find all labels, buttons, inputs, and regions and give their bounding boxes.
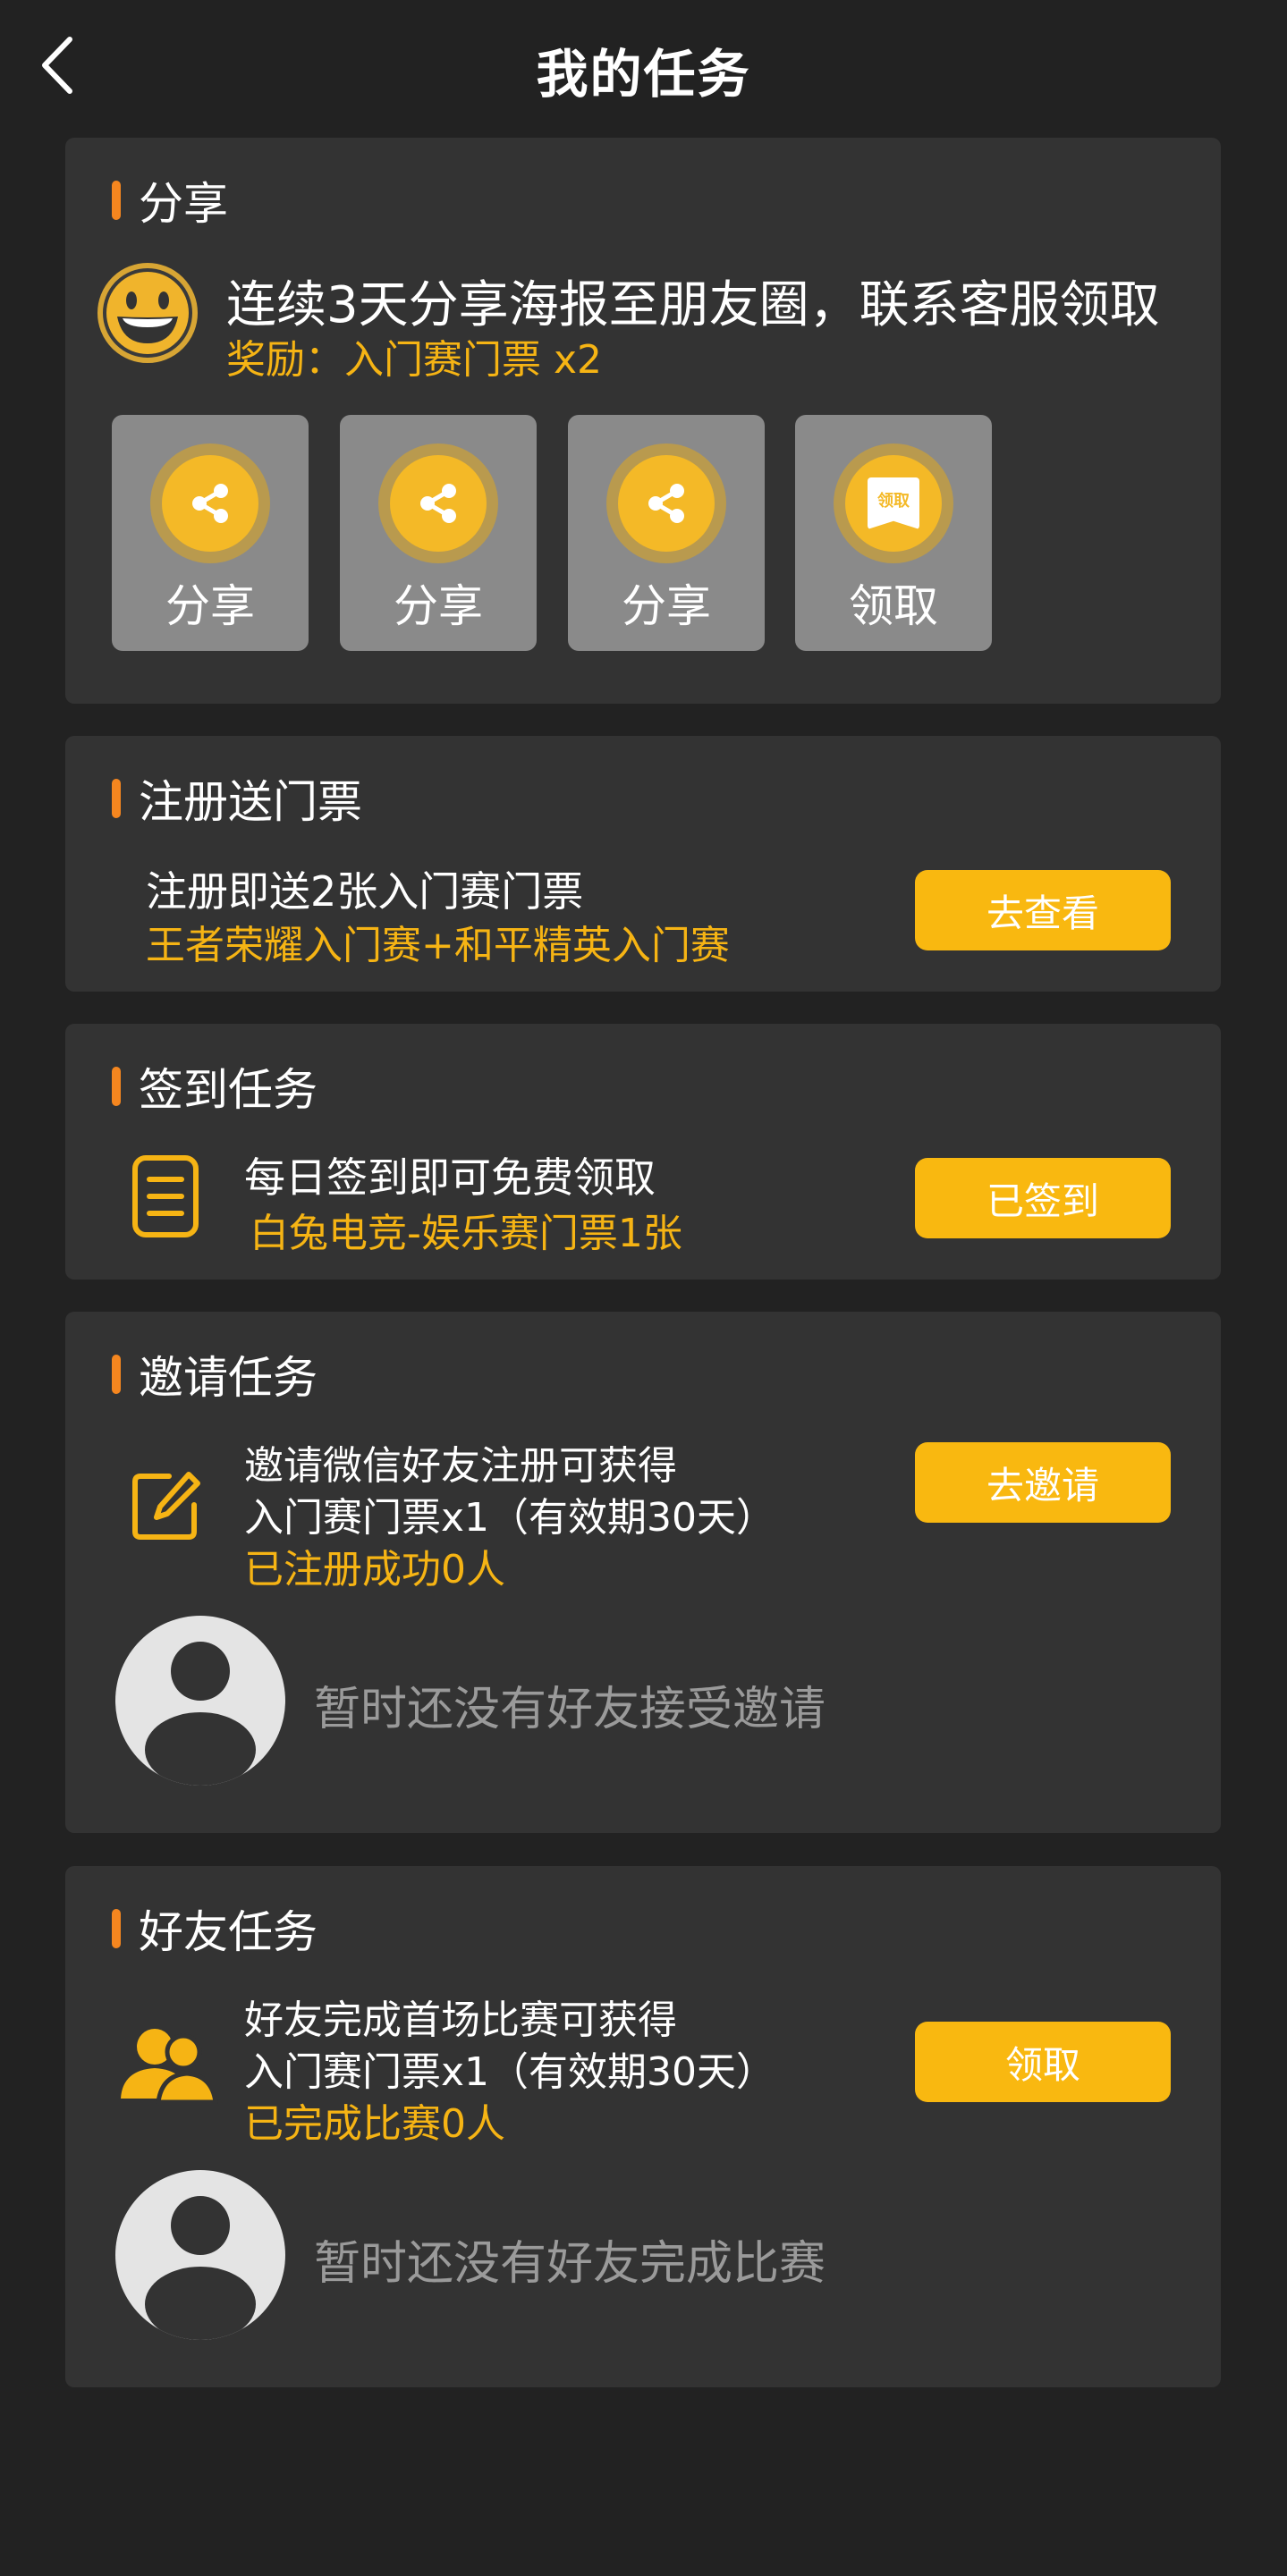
share-section-title: 分享 — [139, 178, 228, 230]
share-icon-disc — [618, 455, 715, 552]
claim-button[interactable]: 领取 — [915, 2022, 1171, 2102]
checklist-icon — [132, 1155, 199, 1237]
page-title: 我的任务 — [536, 44, 751, 105]
share-tile-label: 分享 — [622, 580, 711, 632]
register-section-title: 注册送门票 — [139, 776, 362, 828]
register-description: 注册即送2张入门赛门票 — [146, 867, 584, 916]
avatar — [115, 2170, 285, 2340]
friend-line-2: 入门赛门票x1（有效期30天） — [244, 2049, 776, 2095]
share-icon-disc — [390, 455, 487, 552]
share-tile-label: 分享 — [394, 580, 483, 632]
receive-icon-disc: 领取 — [845, 455, 942, 552]
friend-task-card: 好友任务 好友完成首场比赛可获得 入门赛门票x1（有效期30天） 已完成比赛0人… — [65, 1866, 1221, 2387]
register-section-header: 注册送门票 — [112, 772, 362, 828]
edit-icon — [132, 1472, 200, 1540]
share-tile-label: 分享 — [165, 580, 255, 632]
share-icon-disc — [162, 455, 258, 552]
share-day-2-tile[interactable]: 分享 — [340, 415, 537, 651]
share-day-1-tile[interactable]: 分享 — [112, 415, 309, 651]
section-accent-bar — [112, 1909, 121, 1948]
share-section-header: 分享 — [112, 173, 228, 230]
receive-badge-icon: 领取 — [868, 477, 919, 529]
register-games: 王者荣耀入门赛+和平精英入门赛 — [146, 923, 730, 968]
default-user-icon — [145, 2196, 256, 2340]
register-card: 注册送门票 注册即送2张入门赛门票 王者荣耀入门赛+和平精英入门赛 去查看 — [65, 736, 1221, 992]
section-accent-bar — [112, 1067, 121, 1106]
invite-status: 已注册成功0人 — [244, 1547, 505, 1592]
section-accent-bar — [112, 1355, 121, 1394]
checkin-reward: 白兔电竞-娱乐赛门票1张 — [250, 1211, 682, 1256]
friend-line-1: 好友完成首场比赛可获得 — [244, 1997, 677, 2043]
friend-section-header: 好友任务 — [112, 1902, 318, 1958]
share-task-description: 连续3天分享海报至朋友圈，联系客服领取 — [226, 276, 1160, 334]
view-button[interactable]: 去查看 — [915, 870, 1171, 950]
share-icon-ring — [606, 443, 726, 563]
avatar — [115, 1616, 285, 1786]
default-user-icon — [145, 1642, 256, 1786]
share-card: 分享 连续3天分享海报至朋友圈，联系客服领取 奖励：入门赛门票 x2 分享 分享… — [65, 138, 1221, 704]
top-bar: 我的任务 — [0, 0, 1287, 134]
section-accent-bar — [112, 779, 121, 818]
share-icon — [648, 484, 684, 523]
friend-section-title: 好友任务 — [139, 1906, 318, 1958]
receive-reward-tile[interactable]: 领取 领取 — [795, 415, 992, 651]
invite-section-title: 邀请任务 — [139, 1352, 318, 1404]
checkin-section-header: 签到任务 — [112, 1060, 318, 1116]
section-accent-bar — [112, 181, 121, 220]
share-day-3-tile[interactable]: 分享 — [568, 415, 765, 651]
invite-empty-text: 暂时还没有好友接受邀请 — [314, 1683, 826, 1736]
share-task-reward: 奖励：入门赛门票 x2 — [226, 337, 603, 383]
friend-empty-text: 暂时还没有好友完成比赛 — [314, 2237, 826, 2291]
receive-icon-ring: 领取 — [834, 443, 953, 563]
smiley-icon — [97, 263, 198, 363]
checked-in-button[interactable]: 已签到 — [915, 1158, 1171, 1238]
friend-status: 已完成比赛0人 — [244, 2101, 505, 2147]
invite-button[interactable]: 去邀请 — [915, 1442, 1171, 1523]
share-icon-ring — [378, 443, 498, 563]
checkin-description: 每日签到即可免费领取 — [244, 1153, 656, 1202]
share-icon — [192, 484, 228, 523]
friends-icon — [121, 2029, 218, 2105]
receive-tile-label: 领取 — [849, 580, 938, 632]
invite-card: 邀请任务 邀请微信好友注册可获得 入门赛门票x1（有效期30天） 已注册成功0人… — [65, 1312, 1221, 1833]
invite-section-header: 邀请任务 — [112, 1347, 318, 1404]
share-icon — [420, 484, 456, 523]
checkin-card: 签到任务 每日签到即可免费领取 白兔电竞-娱乐赛门票1张 已签到 — [65, 1024, 1221, 1280]
checkin-section-title: 签到任务 — [139, 1064, 318, 1116]
invite-line-1: 邀请微信好友注册可获得 — [244, 1443, 677, 1489]
receive-badge-text: 领取 — [877, 492, 910, 511]
share-icon-ring — [150, 443, 270, 563]
invite-line-2: 入门赛门票x1（有效期30天） — [244, 1495, 776, 1541]
